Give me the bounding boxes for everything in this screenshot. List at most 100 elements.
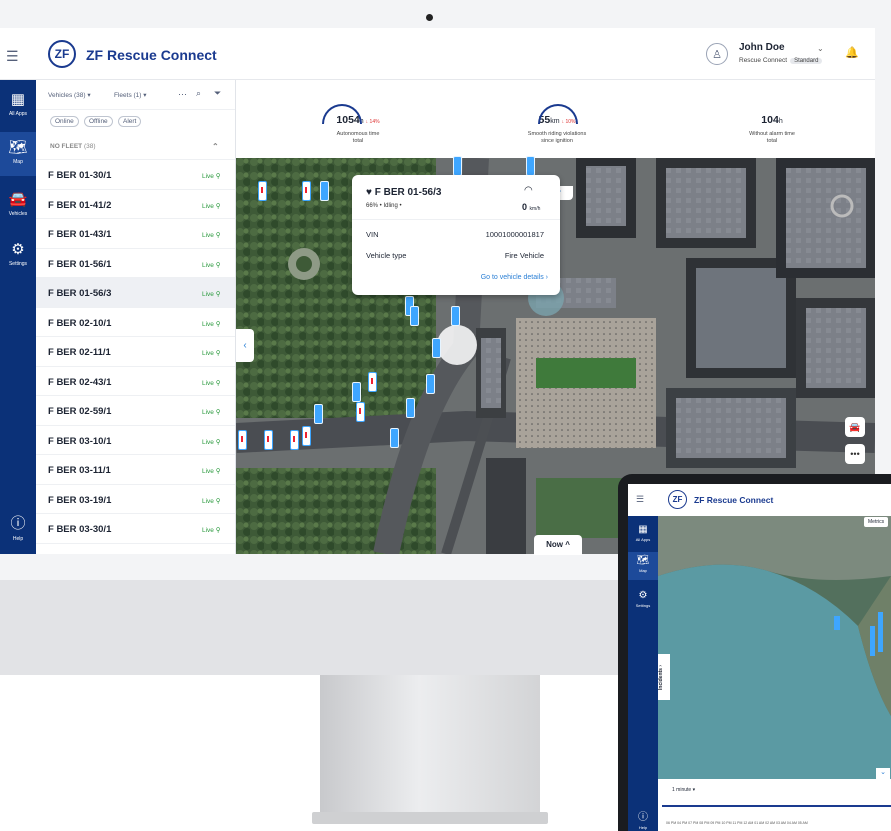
vehicle-marker[interactable]: [302, 181, 311, 201]
status-chips: Online Offline Alert: [36, 110, 235, 132]
vehicle-marker[interactable]: [290, 430, 299, 450]
user-name[interactable]: John Doe: [739, 42, 785, 53]
grid-icon: ▦: [10, 91, 26, 108]
collapse-chevron-icon[interactable]: ⌃: [212, 142, 219, 151]
vehicle-marker[interactable]: [526, 156, 535, 176]
vehicle-name: F BER 03-11/1: [48, 465, 111, 476]
help-icon: ⓘ: [10, 515, 26, 532]
vehicle-row[interactable]: F BER 02-59/1 Live ⚲: [36, 396, 235, 426]
vehicle-name: F BER 01-56/1: [48, 258, 112, 270]
search-icon[interactable]: ⌕: [196, 88, 201, 99]
fleets-filter-dropdown[interactable]: Fleets (1) ▾: [114, 91, 147, 99]
vehicle-marker[interactable]: [314, 404, 323, 424]
vehicle-layer-button[interactable]: 🚘: [845, 417, 865, 437]
vehicle-marker[interactable]: [264, 430, 273, 450]
popup-subtitle: 66% • Idling •: [366, 203, 402, 209]
tablet-incidents-tab[interactable]: Incidents ›: [658, 654, 670, 700]
vehicle-row[interactable]: F BER 02-43/1 Live ⚲: [36, 367, 235, 396]
vehicle-row[interactable]: F BER 02-11/1 Live ⚲: [36, 337, 235, 367]
hamburger-menu-icon[interactable]: ☰: [6, 48, 19, 65]
vehicle-row[interactable]: F BER 01-56/3 Live ⚲: [36, 278, 235, 308]
tablet-nav-all-apps[interactable]: ▦ All Apps: [628, 524, 658, 542]
vehicle-row[interactable]: F BER 01-41/2 Live ⚲: [36, 190, 235, 219]
signal-icon: ⚲: [215, 232, 221, 239]
signal-icon: ⚲: [215, 261, 221, 269]
vehicle-marker[interactable]: [320, 181, 329, 201]
vehicle-marker[interactable]: [368, 372, 377, 392]
vehicle-row[interactable]: F BER 03-30/1 Live ⚲: [36, 514, 235, 544]
fleet-group-header[interactable]: NO FLEET (38) ⌃: [36, 132, 235, 160]
vehicle-marker[interactable]: [352, 382, 361, 402]
vehicle-row[interactable]: F BER 03-19/1 Live ⚲: [36, 485, 235, 514]
signal-icon: ⚲: [215, 409, 221, 416]
more-map-options-button[interactable]: •••: [845, 444, 865, 464]
vehicle-marker[interactable]: [453, 156, 462, 176]
vehicle-row[interactable]: F BER 03-10/1 Live ⚲: [36, 426, 235, 455]
vehicle-marker[interactable]: [410, 306, 419, 326]
gear-icon: ⚙: [11, 241, 25, 258]
nav-item-vehicles[interactable]: 🚘 Vehicles: [0, 190, 36, 217]
live-status: Live ⚲: [202, 438, 221, 446]
vehicle-name: F BER 02-43/1: [48, 376, 112, 388]
vehicle-marker[interactable]: [302, 426, 311, 446]
vehicle-list-panel: Vehicles (38) ▾ Fleets (1) ▾ ⋯ ⌕ ⏷ Onlin…: [36, 80, 236, 554]
vehicle-rows: F BER 01-30/1 Live ⚲ F BER 01-41/2 Live ⚲ F …: [36, 160, 235, 544]
vehicle-row[interactable]: F BER 01-56/1 Live ⚲: [36, 249, 235, 278]
more-options-icon[interactable]: ⋯: [178, 89, 187, 100]
vehicle-row[interactable]: F BER 01-30/1 Live ⚲: [36, 160, 235, 190]
live-status: Live ⚲: [202, 261, 221, 269]
tablet-nav-map[interactable]: 🗺 Map: [628, 552, 658, 580]
live-status: Live ⚲: [202, 350, 221, 357]
vehicle-marker[interactable]: [451, 306, 460, 326]
nav-item-help[interactable]: ⓘ Help: [0, 512, 36, 542]
vehicle-marker[interactable]: [426, 374, 435, 394]
car-icon: 🚘: [8, 191, 28, 208]
vehicle-marker[interactable]: [406, 398, 415, 418]
vehicle-name: F BER 03-19/1: [48, 494, 112, 506]
vehicle-marker[interactable]: [238, 430, 247, 450]
nav-item-settings[interactable]: ⚙ Settings: [0, 240, 36, 267]
live-status: Live ⚲: [202, 291, 221, 298]
chip-alert[interactable]: Alert: [118, 116, 142, 127]
vehicles-filter-dropdown[interactable]: Vehicles (38) ▾: [48, 91, 91, 99]
vehicle-marker[interactable]: [258, 181, 267, 201]
filter-icon[interactable]: ⏷: [214, 88, 221, 99]
vehicle-row[interactable]: F BER 02-10/1 Live ⚲: [36, 308, 235, 337]
notifications-bell-icon[interactable]: 🔔: [845, 46, 859, 59]
vehicle-row[interactable]: F BER 03-11/1 Live ⚲: [36, 455, 235, 485]
live-status: Live ⚲: [202, 320, 221, 328]
vehicle-marker[interactable]: [356, 402, 365, 422]
nav-item-all-apps[interactable]: ▦ All Apps: [0, 90, 36, 117]
chip-online[interactable]: Online: [50, 116, 79, 127]
user-menu-chevron-icon[interactable]: ⌄: [817, 44, 824, 53]
signal-icon: ⚲: [215, 291, 221, 298]
now-button[interactable]: Now ^: [534, 535, 582, 555]
live-status: Live ⚲: [202, 379, 221, 387]
signal-icon: ⚲: [215, 202, 221, 210]
signal-icon: ⚲: [215, 320, 221, 328]
monitor-stand: [320, 675, 540, 820]
tablet-interval-select[interactable]: 1 minute ▾: [672, 787, 695, 793]
tablet-nav-help[interactable]: ⓘ Help: [628, 808, 658, 830]
tablet-hamburger-icon[interactable]: ☰: [636, 494, 644, 505]
vehicle-marker[interactable]: [432, 338, 441, 358]
vehicle-details-link[interactable]: Go to vehicle details ›: [481, 274, 548, 281]
vehicle-name: F BER 03-10/1: [48, 435, 112, 447]
vehicle-marker[interactable]: [390, 428, 399, 448]
tablet-metrics-button[interactable]: Metrics: [864, 517, 889, 527]
tablet-map-imagery: [658, 516, 891, 779]
tablet-map[interactable]: [658, 516, 891, 779]
plan-badge: Standard: [790, 58, 823, 64]
tablet-timeline-bar[interactable]: [662, 805, 891, 807]
chip-offline[interactable]: Offline: [84, 116, 113, 127]
live-status: Live ⚲: [202, 409, 221, 416]
live-status: Live ⚲: [202, 497, 221, 505]
live-status: Live ⚲: [202, 527, 221, 534]
user-avatar-icon[interactable]: ♙: [706, 43, 728, 65]
stat-autonomous-time: 1054h ↓ 14% Autonomous time total: [318, 104, 398, 144]
stat-without-alarm: 104h Without alarm time total: [749, 114, 795, 144]
collapse-list-button[interactable]: ‹: [236, 329, 254, 362]
vehicle-row[interactable]: F BER 01-43/1 Live ⚲: [36, 219, 235, 249]
tablet-nav-settings[interactable]: ⚙ Settings: [628, 590, 658, 608]
nav-item-map[interactable]: 🗺 Map: [0, 132, 36, 176]
